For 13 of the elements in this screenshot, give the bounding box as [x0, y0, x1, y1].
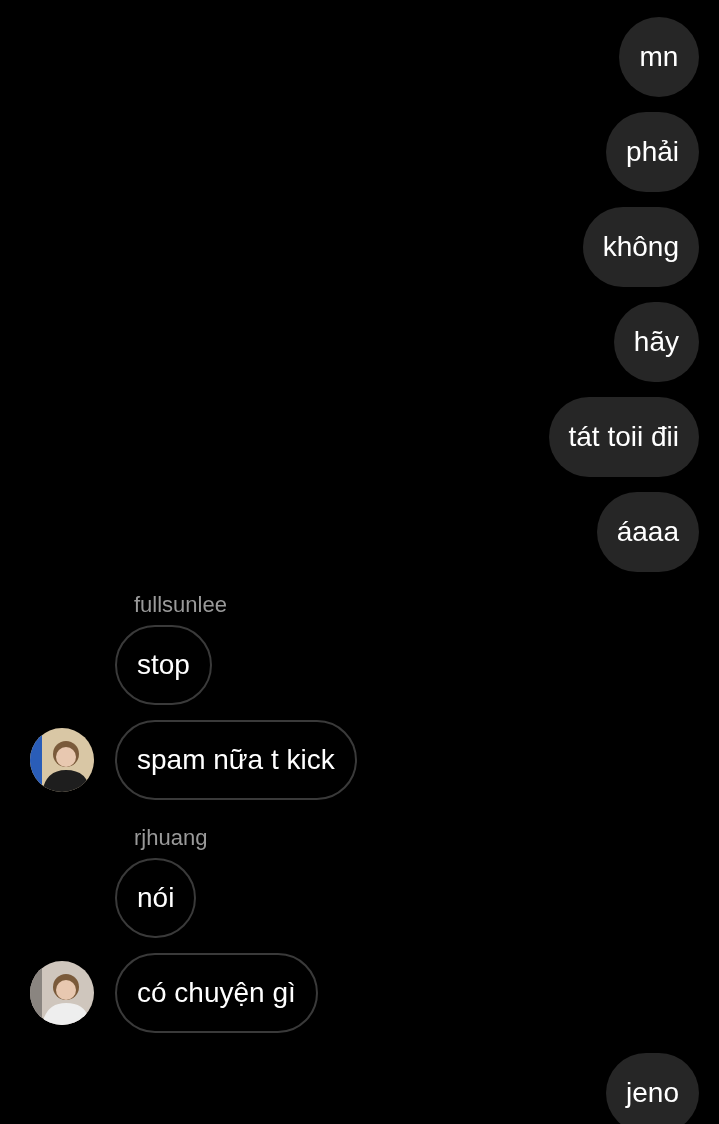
message-bubble: có chuyện gì	[115, 953, 318, 1033]
message-bubble: phải	[606, 112, 699, 192]
message-bubble: không	[582, 207, 699, 287]
message-bubble: spam nữa t kick	[115, 720, 357, 800]
sender-name: fullsunlee	[134, 592, 228, 618]
message-bubble: jeno	[606, 1053, 699, 1124]
sender-name: rjhuang	[134, 825, 209, 851]
message-bubble: stop	[115, 625, 212, 705]
message-bubble: hãy	[613, 302, 699, 382]
message-bubble: mn	[619, 17, 699, 97]
message-bubble: nói	[115, 858, 197, 938]
message-bubble: tát toii đii	[548, 397, 699, 477]
message-bubble: áaaa	[596, 492, 699, 572]
